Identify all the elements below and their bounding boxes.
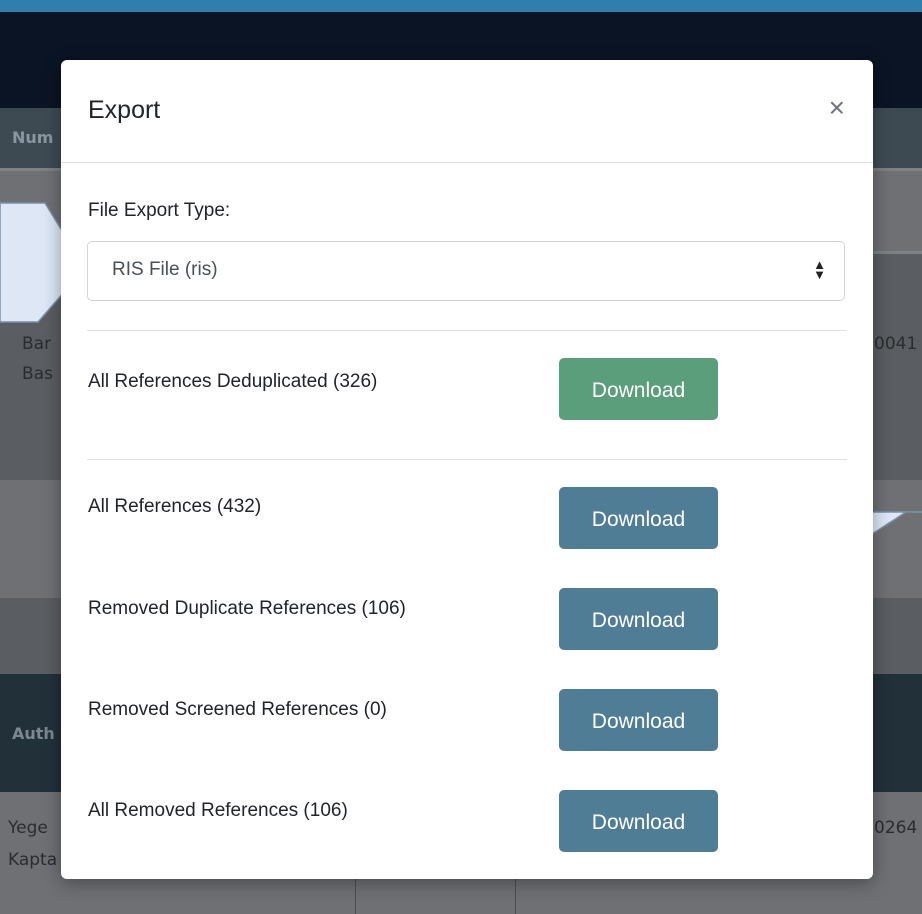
- export-row-label: All References Deduplicated (326): [88, 371, 378, 392]
- select-value: RIS File (ris): [112, 259, 218, 280]
- export-row-label: Removed Duplicate References (106): [88, 598, 406, 619]
- select-arrows-icon: ▲ ▼: [813, 257, 826, 282]
- modal-header: Export ×: [61, 60, 873, 163]
- download-deduplicated-button[interactable]: Download: [559, 358, 718, 420]
- file-export-type-label: File Export Type:: [88, 200, 231, 221]
- download-all-removed-button[interactable]: Download: [559, 790, 718, 852]
- divider: [87, 330, 847, 331]
- export-row-label: Removed Screened References (0): [88, 699, 387, 720]
- export-row-label: All References (432): [88, 496, 262, 517]
- modal-title: Export: [88, 96, 161, 124]
- download-removed-screened-button[interactable]: Download: [559, 689, 718, 751]
- export-row-label: All Removed References (106): [88, 800, 348, 821]
- download-removed-duplicates-button[interactable]: Download: [559, 588, 718, 650]
- file-export-type-select[interactable]: RIS File (ris) ▲ ▼: [87, 241, 845, 301]
- download-all-references-button[interactable]: Download: [559, 487, 718, 549]
- close-icon[interactable]: ×: [829, 94, 845, 122]
- export-modal: Export × File Export Type: RIS File (ris…: [61, 60, 873, 879]
- divider: [87, 459, 847, 460]
